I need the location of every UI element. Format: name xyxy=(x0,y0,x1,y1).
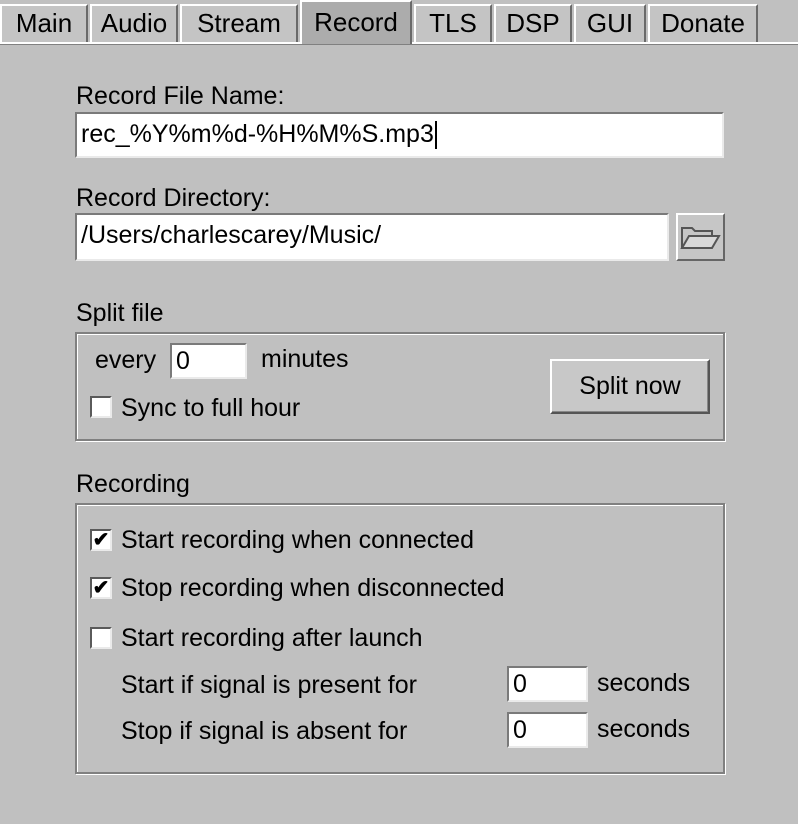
sync-full-hour-label: Sync to full hour xyxy=(121,394,301,422)
record-directory-value: /Users/charlescarey/Music/ xyxy=(81,221,382,249)
signal-absent-value: 0 xyxy=(513,716,527,744)
start-when-connected-label: Start recording when connected xyxy=(121,526,474,554)
signal-absent-label: Stop if signal is absent for xyxy=(121,717,408,745)
split-file-title: Split file xyxy=(76,299,164,327)
record-directory-label: Record Directory: xyxy=(76,184,271,212)
signal-absent-seconds-label: seconds xyxy=(597,715,691,743)
tab-tls[interactable]: TLS xyxy=(414,4,492,42)
tab-donate[interactable]: Donate xyxy=(648,4,758,42)
tab-record[interactable]: Record xyxy=(300,0,412,44)
record-file-name-input[interactable]: rec_%Y%m%d-%H%M%S.mp3 xyxy=(75,112,724,158)
start-after-launch-label: Start recording after launch xyxy=(121,624,423,652)
tab-audio[interactable]: Audio xyxy=(90,4,178,42)
tab-gui[interactable]: GUI xyxy=(574,4,646,42)
start-when-connected-checkbox[interactable]: ✔ xyxy=(90,529,112,551)
recording-title: Recording xyxy=(76,470,190,498)
signal-absent-input[interactable]: 0 xyxy=(507,712,588,748)
start-after-launch-checkbox[interactable] xyxy=(90,627,112,649)
tab-main[interactable]: Main xyxy=(0,4,88,42)
sync-full-hour-checkbox[interactable] xyxy=(90,396,112,418)
minutes-label: minutes xyxy=(261,345,349,373)
record-directory-input[interactable]: /Users/charlescarey/Music/ xyxy=(75,213,669,261)
tab-stream[interactable]: Stream xyxy=(180,4,298,42)
text-caret xyxy=(434,121,437,150)
tab-dsp[interactable]: DSP xyxy=(494,4,572,42)
split-now-button[interactable]: Split now xyxy=(550,359,710,414)
browse-directory-button[interactable] xyxy=(676,213,725,261)
signal-present-input[interactable]: 0 xyxy=(507,666,588,702)
record-file-name-value: rec_%Y%m%d-%H%M%S.mp3 xyxy=(81,120,434,148)
tab-bar: Main Audio Stream Record TLS DSP GUI Don… xyxy=(0,0,798,45)
every-label: every xyxy=(95,346,157,374)
signal-present-value: 0 xyxy=(513,670,527,698)
split-minutes-value: 0 xyxy=(176,347,190,375)
signal-present-seconds-label: seconds xyxy=(597,669,691,697)
stop-when-disconnected-label: Stop recording when disconnected xyxy=(121,574,505,602)
record-file-name-label: Record File Name: xyxy=(76,82,285,110)
signal-present-label: Start if signal is present for xyxy=(121,671,417,699)
folder-icon xyxy=(680,227,721,249)
stop-when-disconnected-checkbox[interactable]: ✔ xyxy=(90,577,112,599)
split-minutes-input[interactable]: 0 xyxy=(170,343,247,379)
